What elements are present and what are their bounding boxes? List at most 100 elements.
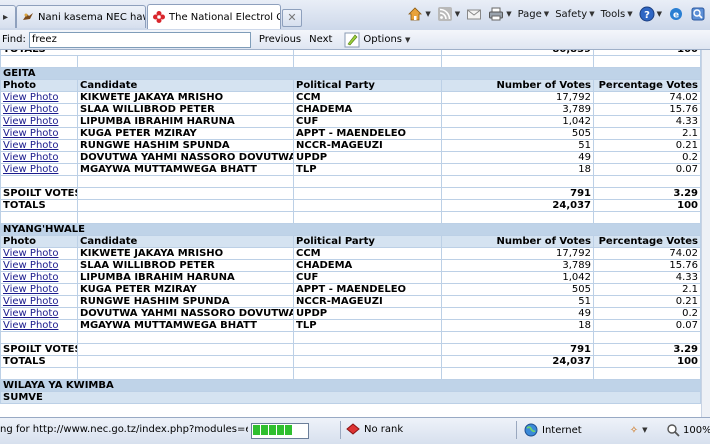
blank-row [0, 55, 701, 68]
view-photo-link[interactable]: View Photo [3, 153, 58, 163]
research-button[interactable] [690, 6, 706, 22]
blank-cell [0, 367, 78, 380]
view-photo-link[interactable]: View Photo [3, 165, 58, 175]
candidate-row: View Photo DOVUTWA YAHMI NASSORO DOVUTWA U… [0, 307, 701, 320]
feeds-button[interactable]: ▼ [437, 6, 460, 22]
globe-icon [524, 423, 538, 437]
dropdown-caret-icon: ▼ [425, 10, 431, 18]
photo-cell: View Photo [0, 127, 78, 140]
photo-cell: View Photo [0, 307, 78, 320]
tab-label: The National Electrol Com... [169, 11, 280, 23]
candidate-row: View Photo KUGA PETER MZIRAY APPT - MAENDE… [0, 283, 701, 296]
zoom-control[interactable]: 100% [666, 423, 710, 437]
view-photo-link[interactable]: View Photo [3, 285, 58, 295]
candidate-row: View Photo MGAYWA MUTTAMWEGA BHATT TLP 18 0.… [0, 163, 701, 176]
blank-cell [293, 355, 442, 368]
column-party: Political Party [293, 79, 442, 92]
tab-national-electoral-commission[interactable]: The National Electrol Com... [147, 4, 281, 29]
tab-nani-kasema[interactable]: Nani kasema NEC hawako ma... [16, 5, 146, 28]
rank-indicator[interactable]: No rank [346, 423, 403, 435]
chevron-right-icon: ▸ [3, 11, 9, 23]
view-photo-link[interactable]: View Photo [3, 249, 58, 259]
percent-value: 15.76 [593, 259, 701, 272]
mail-icon [467, 9, 482, 20]
blank-row [0, 367, 701, 380]
candidate-name: RUNGWE HASHIM SPUNDA [77, 139, 294, 152]
spoilt-votes: 791 [441, 343, 594, 356]
party-name: TLP [293, 163, 442, 176]
vertical-scrollbar[interactable] [701, 50, 710, 417]
percent-value: 74.02 [593, 247, 701, 260]
view-photo-link[interactable]: View Photo [3, 93, 58, 103]
help-button[interactable]: ? ▼ [639, 6, 662, 22]
section-header-row: WILAYA YA KWIMBA [0, 379, 701, 392]
party-name: TLP [293, 319, 442, 332]
percent-value: 0.2 [593, 307, 701, 320]
photo-cell: View Photo [0, 139, 78, 152]
ie-logo[interactable]: e [668, 6, 684, 22]
blank-cell [293, 211, 442, 224]
find-previous-button[interactable]: Previous [259, 34, 301, 45]
options-label: Options [363, 34, 403, 45]
find-input[interactable] [28, 31, 251, 48]
photo-cell: View Photo [0, 259, 78, 272]
print-button[interactable]: ▼ [488, 6, 512, 22]
blank-row [0, 175, 701, 188]
view-photo-link[interactable]: View Photo [3, 129, 58, 139]
tab-partial[interactable]: ▸ [0, 5, 16, 28]
section-name: GEITA [0, 67, 701, 80]
party-name: CCM [293, 91, 442, 104]
section-header-row: NYANG'HWALE [0, 223, 701, 236]
blank-cell [77, 187, 294, 200]
dropdown-caret-icon: ▼ [454, 10, 461, 18]
totals-label: TOTALS [0, 199, 78, 212]
column-percent: Percentage Votes [593, 79, 701, 92]
zoom-icon [667, 424, 680, 437]
photo-cell: View Photo [0, 115, 78, 128]
home-button[interactable]: ▼ [407, 6, 431, 22]
blank-cell [77, 355, 294, 368]
candidate-name: DOVUTWA YAHMI NASSORO DOVUTWA [77, 151, 294, 164]
candidate-row: View Photo KIKWETE JAKAYA MRISHO CCM 17,792… [0, 91, 701, 104]
find-next-button[interactable]: Next [309, 34, 332, 45]
party-name: UPDP [293, 151, 442, 164]
find-options-button[interactable]: Options ▼ [344, 32, 410, 48]
party-name: CCM [293, 247, 442, 260]
blank-cell [293, 367, 442, 380]
new-tab-button[interactable]: ✕ [282, 9, 302, 27]
page-menu-label: Page [517, 8, 542, 20]
votes-value: 3,789 [441, 259, 594, 272]
safety-menu[interactable]: Safety ▼ [555, 9, 594, 20]
zone-label: Internet [542, 424, 582, 436]
view-photo-link[interactable]: View Photo [3, 141, 58, 151]
photo-cell: View Photo [0, 295, 78, 308]
ie-logo-icon: e [670, 8, 682, 21]
page-content: TOTALS80,839100GEITAPhotoCandidatePoliti… [0, 50, 710, 417]
subsection-row: SUMVE [0, 391, 701, 404]
spoilt-votes: 791 [441, 187, 594, 200]
view-photo-link[interactable]: View Photo [3, 309, 58, 319]
spoilt-label: SPOILT VOTES [0, 187, 78, 200]
candidate-name: LIPUMBA IBRAHIM HARUNA [77, 115, 294, 128]
tools-menu[interactable]: Tools ▼ [601, 9, 633, 20]
subsection-name: SUMVE [0, 391, 701, 404]
totals-votes: 24,037 [441, 355, 594, 368]
page-menu[interactable]: Page ▼ [518, 9, 550, 20]
security-zone[interactable]: Internet ✧ ▼ [524, 423, 648, 437]
print-icon [489, 7, 504, 21]
view-photo-link[interactable]: View Photo [3, 117, 58, 127]
view-photo-link[interactable]: View Photo [3, 273, 58, 283]
svg-text:?: ? [644, 10, 650, 21]
status-text: ng for http://www.nec.go.tz/index.php?mo… [0, 424, 248, 435]
party-name: UPDP [293, 307, 442, 320]
blank-cell [593, 55, 701, 68]
view-photo-link[interactable]: View Photo [3, 261, 58, 271]
view-photo-link[interactable]: View Photo [3, 297, 58, 307]
party-name: CHADEMA [293, 259, 442, 272]
percent-value: 4.33 [593, 271, 701, 284]
view-photo-link[interactable]: View Photo [3, 321, 58, 331]
photo-cell: View Photo [0, 319, 78, 332]
mail-button[interactable] [466, 6, 482, 22]
view-photo-link[interactable]: View Photo [3, 105, 58, 115]
loading-progress-bar [251, 423, 309, 439]
